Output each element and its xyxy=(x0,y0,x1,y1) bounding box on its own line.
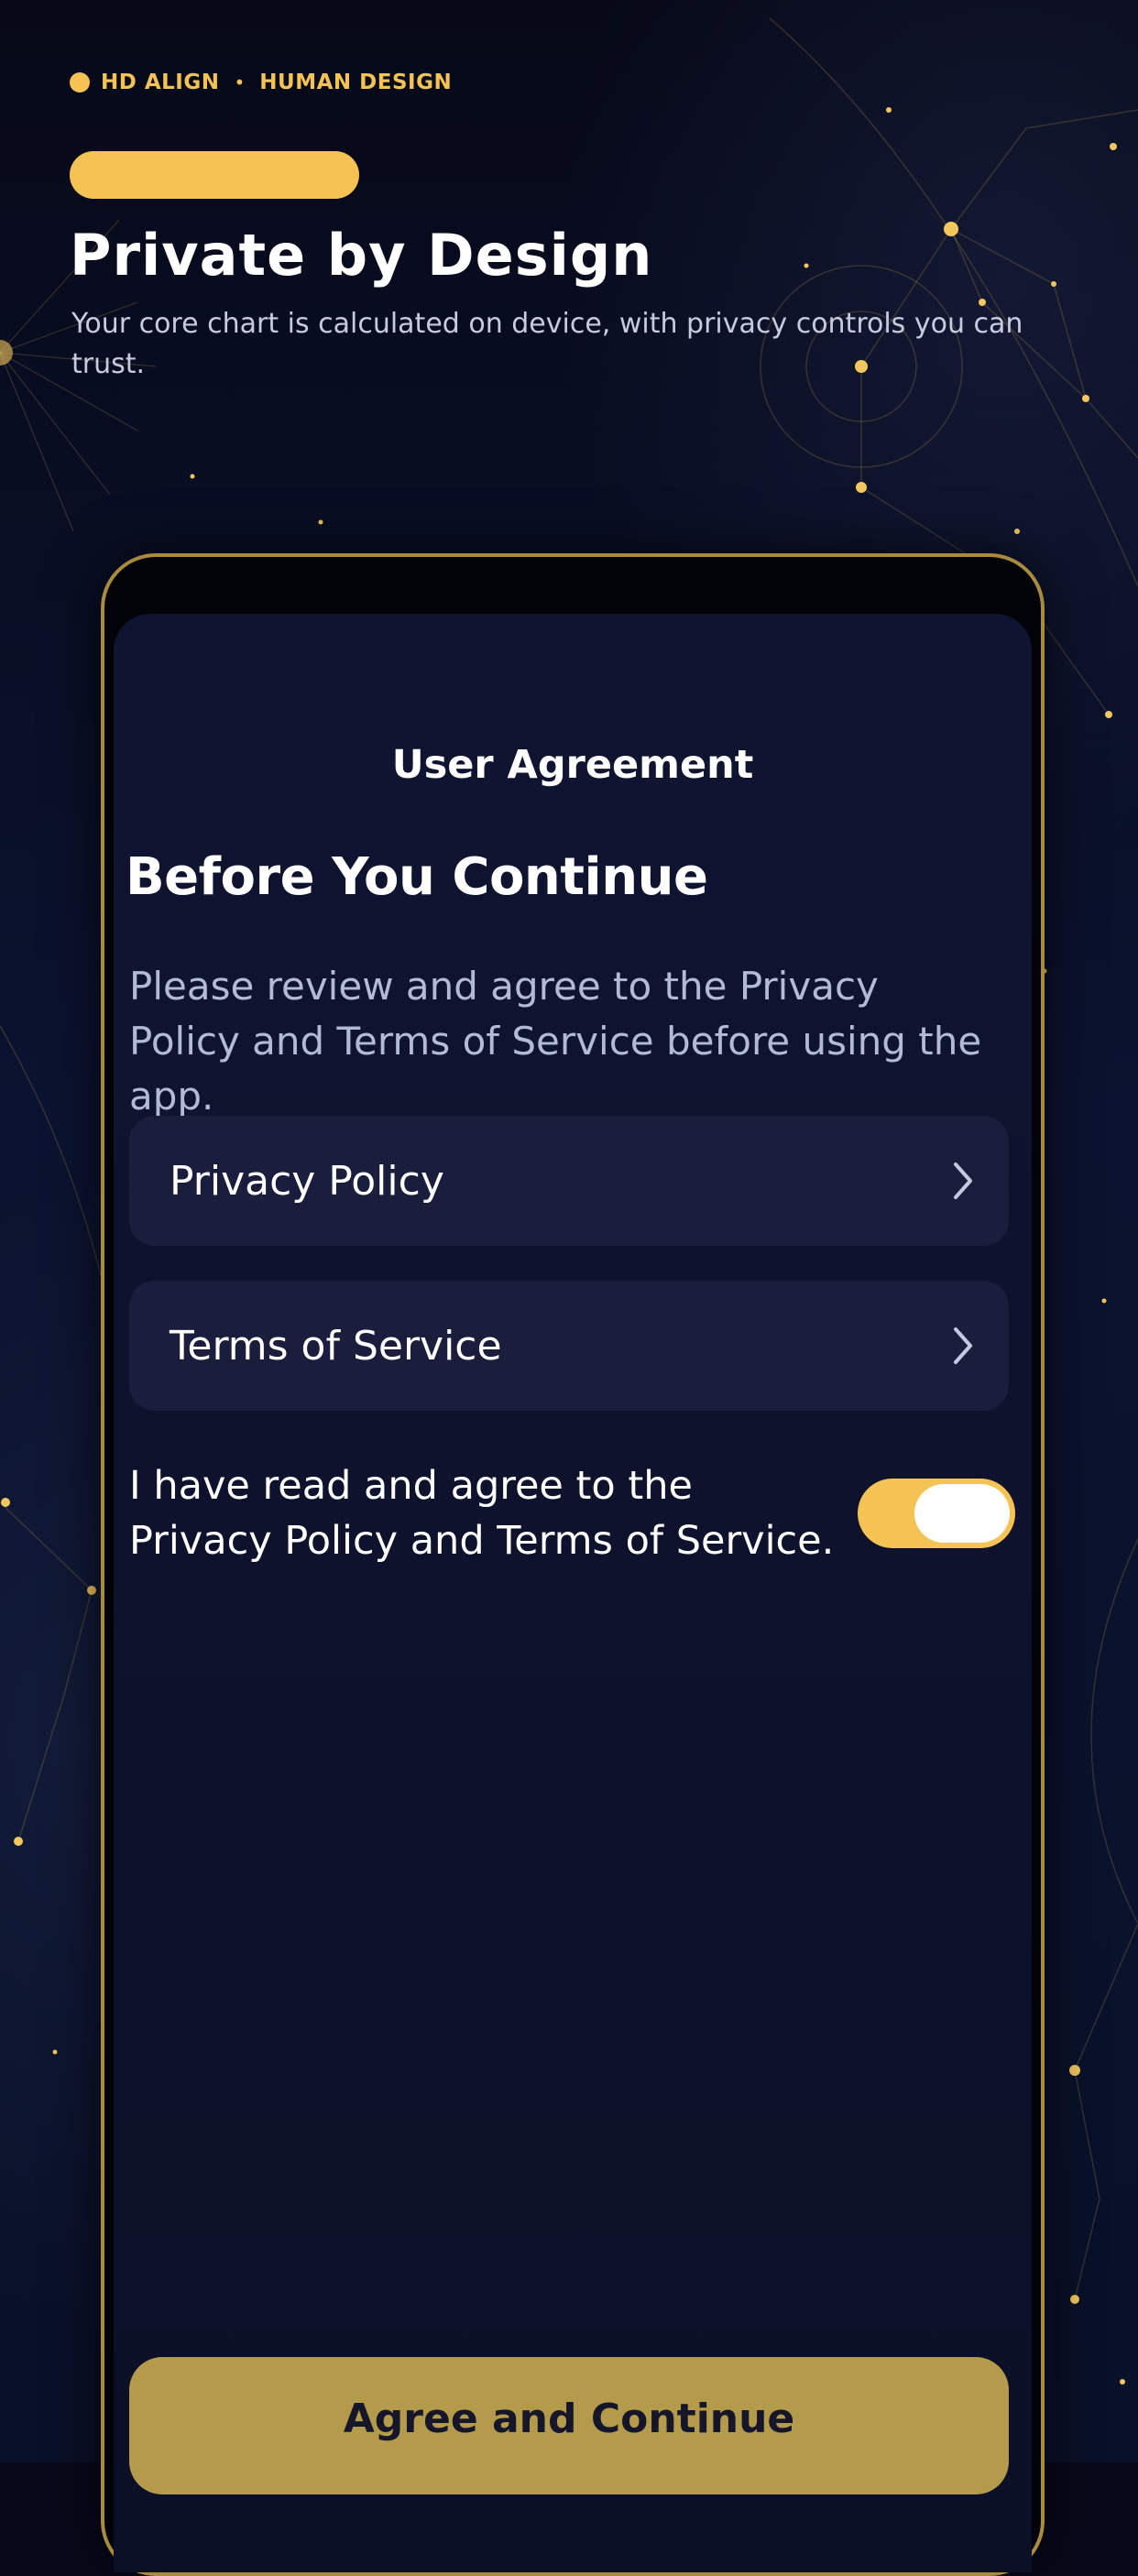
privacy-policy-label: Privacy Policy xyxy=(170,1157,444,1205)
consent-toggle[interactable] xyxy=(858,1479,1015,1548)
agreement-sheet: User Agreement xyxy=(114,614,1032,2572)
agree-and-continue-label: Agree and Continue xyxy=(343,2396,795,2442)
brand-separator: • xyxy=(234,71,246,93)
progress-pill xyxy=(70,151,359,199)
brand-header: HD ALIGN • HUMAN DESIGN xyxy=(70,70,452,95)
brand-logo-dot xyxy=(70,72,90,93)
toggle-knob xyxy=(914,1484,1010,1543)
privacy-policy-link[interactable]: Privacy Policy xyxy=(129,1116,1009,1246)
section-description: Please review and agree to the Privacy P… xyxy=(129,964,982,1119)
nav-title: User Agreement xyxy=(391,742,754,788)
hero-subtitle: Your core chart is calculated on device,… xyxy=(71,308,1023,380)
brand-tagline: HUMAN DESIGN xyxy=(259,71,453,94)
brand-name: HD ALIGN xyxy=(101,71,220,94)
chevron-right-icon xyxy=(954,1327,972,1364)
agree-and-continue-button[interactable]: Agree and Continue xyxy=(129,2357,1009,2494)
consent-text: I have read and agree to the Privacy Pol… xyxy=(129,1463,835,1564)
hero-title: Private by Design xyxy=(70,222,653,289)
chevron-right-icon xyxy=(954,1162,972,1199)
terms-of-service-label: Terms of Service xyxy=(170,1322,502,1370)
section-heading: Before You Continue xyxy=(126,847,708,907)
terms-of-service-link[interactable]: Terms of Service xyxy=(129,1281,1009,1411)
